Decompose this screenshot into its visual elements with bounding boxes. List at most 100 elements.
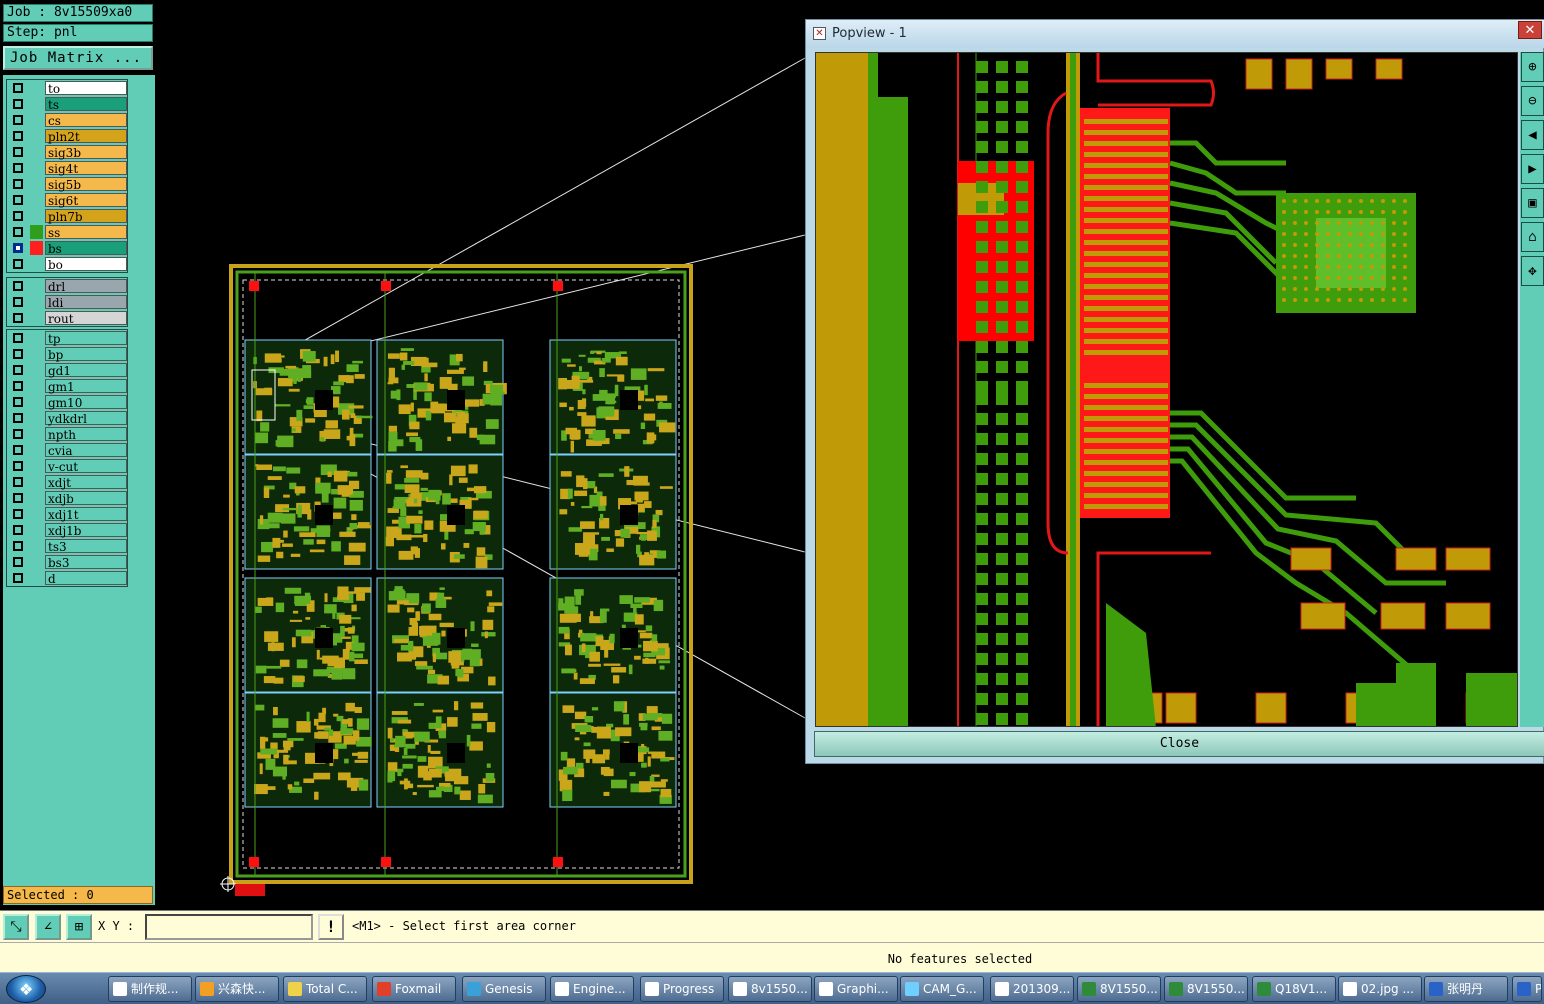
layer-affected-checkbox[interactable] (13, 313, 23, 323)
layer-color-swatch[interactable] (30, 209, 43, 223)
layer-affected-checkbox[interactable] (13, 397, 23, 407)
layer-color-swatch[interactable] (30, 459, 43, 473)
layer-color-swatch[interactable] (30, 523, 43, 537)
layer-name[interactable]: cvia (45, 443, 127, 458)
layer-name[interactable]: ss (45, 225, 127, 240)
job-matrix-button[interactable]: Job Matrix ... (3, 46, 153, 70)
layer-row-to[interactable]: to (7, 80, 127, 96)
layer-color-swatch[interactable] (30, 379, 43, 393)
layer-affected-checkbox[interactable] (13, 115, 23, 125)
layer-row-sig4t[interactable]: sig4t (7, 160, 127, 176)
layer-row-tp[interactable]: tp (7, 330, 127, 346)
taskbar-button[interactable]: Graphi... (814, 976, 898, 1002)
layer-name[interactable]: bs3 (45, 555, 127, 570)
layer-name[interactable]: xdj1b (45, 523, 127, 538)
layer-affected-checkbox[interactable] (13, 445, 23, 455)
layer-name[interactable]: sig5b (45, 177, 127, 192)
layer-color-swatch[interactable] (30, 395, 43, 409)
layer-color-swatch[interactable] (30, 145, 43, 159)
layer-name[interactable]: to (45, 81, 127, 96)
layer-affected-checkbox[interactable] (13, 477, 23, 487)
layer-affected-checkbox[interactable] (13, 259, 23, 269)
layer-affected-checkbox[interactable] (13, 541, 23, 551)
layer-row-xdj1t[interactable]: xdj1t (7, 506, 127, 522)
layer-color-swatch[interactable] (30, 161, 43, 175)
window-close-icon[interactable]: ✕ (1518, 21, 1542, 39)
taskbar-button[interactable]: 201309... (990, 976, 1074, 1002)
taskbar-button[interactable]: Q18V1... (1252, 976, 1336, 1002)
pan-move-icon[interactable]: ✥ (1521, 256, 1544, 286)
layer-row-drl[interactable]: drl (7, 278, 127, 294)
layer-affected-checkbox[interactable] (13, 99, 23, 109)
taskbar-button[interactable]: Foxmail (372, 976, 456, 1002)
layer-affected-checkbox[interactable] (13, 493, 23, 503)
layer-row-ts3[interactable]: ts3 (7, 538, 127, 554)
layer-name[interactable]: d (45, 571, 127, 586)
popview-titlebar[interactable]: ✕ Popview - 1 ✕ (806, 20, 1544, 48)
layer-color-swatch[interactable] (30, 177, 43, 191)
taskbar-button[interactable]: Progress (640, 976, 724, 1002)
layer-affected-checkbox[interactable] (13, 147, 23, 157)
zoom-out-icon[interactable]: ⊖ (1521, 86, 1544, 116)
layer-affected-checkbox[interactable] (13, 429, 23, 439)
layer-row-pln2t[interactable]: pln2t (7, 128, 127, 144)
layer-row-gd1[interactable]: gd1 (7, 362, 127, 378)
layer-color-swatch[interactable] (30, 507, 43, 521)
layer-name[interactable]: cs (45, 113, 127, 128)
pan-right-icon[interactable]: ▶ (1521, 154, 1544, 184)
layer-affected-checkbox[interactable] (13, 281, 23, 291)
layer-row-cvia[interactable]: cvia (7, 442, 127, 458)
layer-name[interactable]: sig6t (45, 193, 127, 208)
taskbar-button[interactable]: 制作规... (108, 976, 192, 1002)
layer-color-swatch[interactable] (30, 295, 43, 309)
taskbar-button[interactable]: Engine... (550, 976, 634, 1002)
taskbar-button[interactable]: P (1512, 976, 1542, 1002)
layer-color-swatch[interactable] (30, 257, 43, 271)
layer-affected-checkbox[interactable] (13, 333, 23, 343)
layer-affected-checkbox[interactable] (13, 243, 23, 253)
layer-row-xdjb[interactable]: xdjb (7, 490, 127, 506)
layer-color-swatch[interactable] (30, 347, 43, 361)
layer-color-swatch[interactable] (30, 411, 43, 425)
layer-affected-checkbox[interactable] (13, 195, 23, 205)
layer-row-ldi[interactable]: ldi (7, 294, 127, 310)
layer-row-bp[interactable]: bp (7, 346, 127, 362)
layer-color-swatch[interactable] (30, 427, 43, 441)
layer-color-swatch[interactable] (30, 225, 43, 239)
layer-name[interactable]: sig4t (45, 161, 127, 176)
layer-row-gm1[interactable]: gm1 (7, 378, 127, 394)
layer-name[interactable]: tp (45, 331, 127, 346)
layer-affected-checkbox[interactable] (13, 227, 23, 237)
xy-input[interactable] (145, 914, 313, 940)
layer-row-sig3b[interactable]: sig3b (7, 144, 127, 160)
layer-row-sig6t[interactable]: sig6t (7, 192, 127, 208)
layer-color-swatch[interactable] (30, 81, 43, 95)
layer-row-bo[interactable]: bo (7, 256, 127, 272)
layer-row-rout[interactable]: rout (7, 310, 127, 326)
layer-name[interactable]: pln2t (45, 129, 127, 144)
layer-name[interactable]: gm1 (45, 379, 127, 394)
start-button[interactable]: ❖ (6, 975, 46, 1003)
layer-name[interactable]: ts (45, 97, 127, 112)
layer-color-swatch[interactable] (30, 539, 43, 553)
layer-name[interactable]: rout (45, 311, 127, 326)
layer-name[interactable]: xdjt (45, 475, 127, 490)
layer-name[interactable]: gd1 (45, 363, 127, 378)
layer-affected-checkbox[interactable] (13, 163, 23, 173)
layer-name[interactable]: ts3 (45, 539, 127, 554)
taskbar-button[interactable]: 8V1550... (1077, 976, 1161, 1002)
layer-affected-checkbox[interactable] (13, 509, 23, 519)
popview-zoom-view[interactable] (815, 52, 1518, 727)
layer-name[interactable]: bp (45, 347, 127, 362)
taskbar-button[interactable]: Genesis (462, 976, 546, 1002)
layer-row-bs[interactable]: bs (7, 240, 127, 256)
layer-name[interactable]: bo (45, 257, 127, 272)
layer-color-swatch[interactable] (30, 443, 43, 457)
layer-affected-checkbox[interactable] (13, 525, 23, 535)
taskbar-button[interactable]: 张明丹 (1424, 976, 1508, 1002)
taskbar-button[interactable]: 02.jpg ... (1338, 976, 1422, 1002)
layer-color-swatch[interactable] (30, 129, 43, 143)
grid-icon[interactable]: ⊞ (66, 914, 92, 940)
layer-row-cs[interactable]: cs (7, 112, 127, 128)
layer-affected-checkbox[interactable] (13, 211, 23, 221)
